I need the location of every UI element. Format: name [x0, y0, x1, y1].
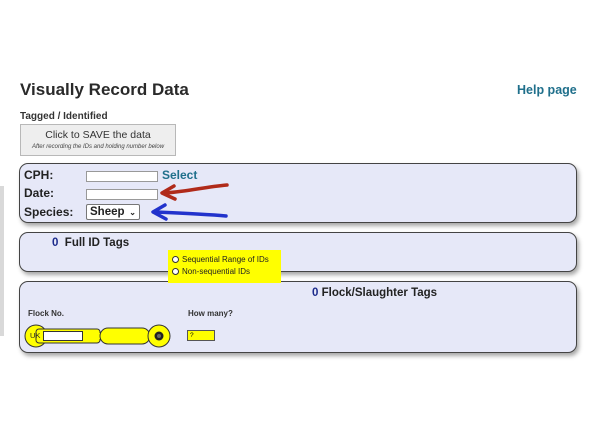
- save-data-button[interactable]: Click to SAVE the data After recording t…: [20, 124, 176, 156]
- chevron-down-icon: ⌄: [129, 208, 136, 217]
- save-button-sublabel: After recording the IDs and holding numb…: [31, 144, 165, 150]
- holding-panel: CPH: Select Date: Species: Sheep ⌄: [19, 163, 577, 223]
- id-mode-options: Sequential Range of IDs Non-sequential I…: [168, 250, 281, 283]
- radio-sequential-label: Sequential Range of IDs: [182, 254, 269, 264]
- flock-heading: 0 Flock/Slaughter Tags: [312, 287, 437, 299]
- radio-button-icon: [172, 267, 179, 275]
- full-id-panel: 0 Full ID Tags: [19, 232, 577, 272]
- page-edge-shadow: [0, 186, 4, 336]
- full-id-count: 0: [52, 237, 59, 249]
- cph-label: CPH:: [24, 168, 54, 182]
- date-label: Date:: [24, 186, 55, 200]
- species-label: Species:: [24, 205, 74, 219]
- flock-no-label: Flock No.: [28, 309, 65, 318]
- uk-prefix: UK: [30, 331, 41, 340]
- flock-no-input[interactable]: [43, 331, 83, 341]
- radio-non-sequential[interactable]: Non-sequential IDs: [172, 265, 277, 277]
- species-selected-value: Sheep: [90, 206, 125, 218]
- cph-select-link[interactable]: Select: [162, 168, 197, 182]
- flock-count: 0: [312, 287, 319, 299]
- help-page-link[interactable]: Help page: [517, 83, 577, 97]
- how-many-label: How many?: [188, 309, 233, 318]
- full-id-title: Full ID Tags: [64, 237, 130, 249]
- radio-button-icon: [172, 255, 179, 263]
- date-input[interactable]: [86, 189, 158, 200]
- save-button-label: Click to SAVE the data: [45, 129, 151, 141]
- flock-title: Flock/Slaughter Tags: [321, 287, 438, 299]
- radio-non-sequential-label: Non-sequential IDs: [182, 266, 251, 276]
- how-many-input[interactable]: [189, 332, 213, 339]
- full-id-heading: 0 Full ID Tags: [52, 237, 129, 249]
- radio-sequential[interactable]: Sequential Range of IDs: [172, 253, 277, 265]
- cph-input[interactable]: [86, 171, 158, 182]
- page-title: Visually Record Data: [20, 80, 189, 99]
- species-select[interactable]: Sheep ⌄: [86, 204, 140, 220]
- section-label: Tagged / Identified: [20, 111, 108, 122]
